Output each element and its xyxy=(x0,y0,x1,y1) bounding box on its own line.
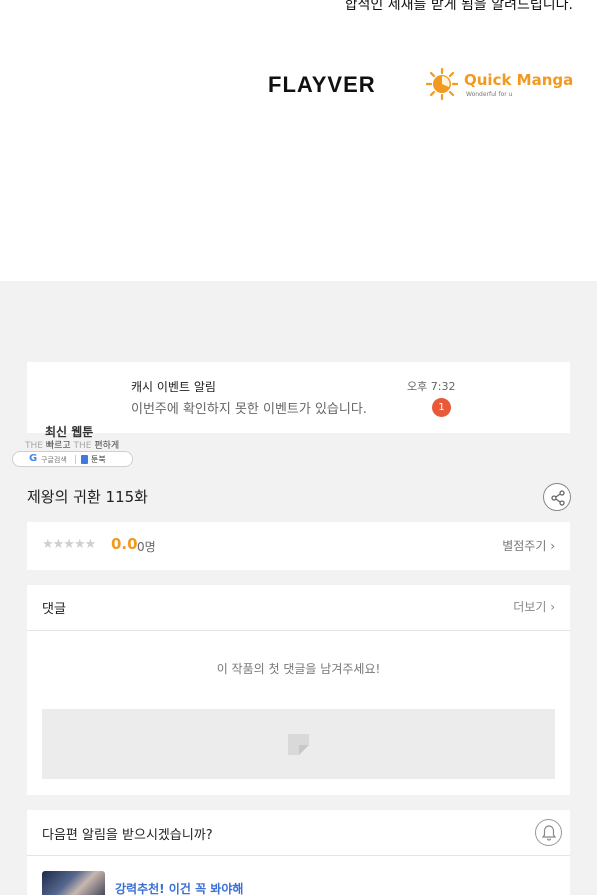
site-badge-pill[interactable]: G 구글검색 툰북 xyxy=(12,451,133,467)
notice-text: 합적인 제재를 받게 됨을 알려드립니다. xyxy=(344,0,573,13)
notification-title: 캐시 이벤트 알림 xyxy=(131,380,216,394)
quick-manga-logo[interactable]: Quick Manga Wonderful for u xyxy=(426,68,576,102)
google-search-label: 구글검색 xyxy=(41,456,67,464)
comments-heading: 댓글 xyxy=(42,602,66,617)
site-badge-slogan: THE 빠르고 THE 편하게 xyxy=(25,441,120,451)
unread-count-badge: 1 xyxy=(432,398,451,417)
orange-sun-icon xyxy=(426,68,458,100)
rating-count: 0명 xyxy=(137,540,156,554)
next-episode-question: 다음편 알림을 받으시겠습니까? xyxy=(42,828,213,843)
comments-card: 댓글 더보기 › 이 작품의 첫 댓글을 남겨주세요! xyxy=(27,585,570,795)
top-section: 합적인 제재를 받게 됨을 알려드립니다. FLAYVER Quick Mang… xyxy=(0,0,597,281)
rate-button[interactable]: 별점주기 › xyxy=(502,537,555,554)
bell-icon xyxy=(542,825,556,841)
site-badge[interactable]: 최신 웹툰 THE 빠르고 THE 편하게 G 구글검색 툰북 xyxy=(12,420,134,468)
comment-input-area[interactable] xyxy=(42,709,555,779)
episode-title: 제왕의 귀환 115화 xyxy=(27,488,148,506)
flayver-logo[interactable]: FLAYVER xyxy=(268,72,376,98)
google-icon: G xyxy=(29,453,38,464)
rating-score: 0.0 xyxy=(111,535,138,553)
subscribe-bell-button[interactable] xyxy=(535,819,562,846)
recommended-link[interactable]: 강력추천! 이건 꼭 봐야해 xyxy=(115,880,243,895)
next-episode-card: 다음편 알림을 받으시겠습니까? 강력추천! 이건 꼭 봐야해 xyxy=(27,810,570,895)
rating-stars: ★★★★★ xyxy=(42,537,96,552)
notification-message: 이번주에 확인하지 못한 이벤트가 있습니다. xyxy=(131,402,367,417)
share-icon xyxy=(551,490,565,506)
comments-empty-text: 이 작품의 첫 댓글을 남겨주세요! xyxy=(216,662,381,676)
quick-manga-name: Quick Manga xyxy=(464,71,574,89)
notification-time: 오후 7:32 xyxy=(407,380,456,393)
share-button[interactable] xyxy=(543,483,571,511)
quick-manga-tagline: Wonderful for u xyxy=(466,91,513,98)
divider xyxy=(27,855,570,856)
rating-card: ★★★★★ 0.0 0명 별점주기 › xyxy=(27,522,570,570)
pill-divider xyxy=(75,455,76,464)
toonbook-label: 툰북 xyxy=(91,455,106,464)
comment-placeholder-icon xyxy=(288,734,309,755)
comments-more-link[interactable]: 더보기 › xyxy=(513,598,555,615)
book-icon xyxy=(81,455,88,464)
recommended-thumbnail[interactable] xyxy=(42,871,105,895)
divider xyxy=(27,630,570,631)
